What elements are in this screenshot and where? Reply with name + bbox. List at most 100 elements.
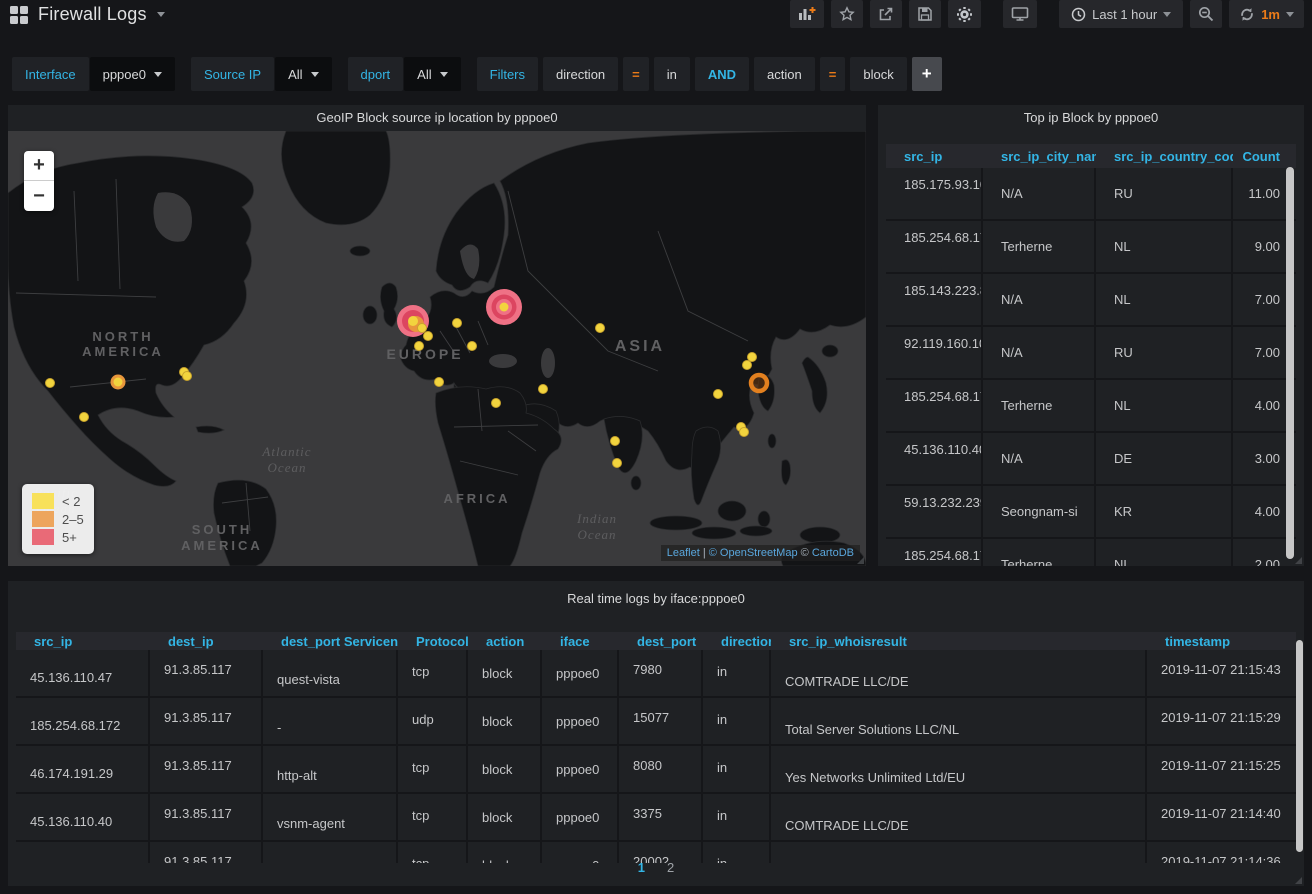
marker-dot[interactable] bbox=[539, 385, 548, 394]
top-col-header[interactable]: src_ip bbox=[886, 149, 983, 164]
attribution-separator: © bbox=[798, 547, 812, 559]
marker-dot[interactable] bbox=[743, 361, 752, 370]
logs-col-header[interactable]: dest_port bbox=[619, 634, 703, 649]
attribution-link[interactable]: © OpenStreetMap bbox=[709, 547, 798, 559]
legend-swatch bbox=[32, 529, 54, 545]
table-cell: 45.136.110.40 bbox=[16, 794, 150, 840]
time-range-picker[interactable]: Last 1 hour bbox=[1059, 0, 1183, 28]
marker-dot[interactable] bbox=[596, 324, 605, 333]
logs-col-header[interactable]: timestamp bbox=[1147, 634, 1290, 649]
marker-dot[interactable] bbox=[611, 437, 620, 446]
filter-value-2[interactable]: block bbox=[850, 57, 906, 91]
panel-resize-handle[interactable] bbox=[857, 557, 864, 564]
filter-operator-1[interactable]: = bbox=[623, 57, 649, 91]
marker-dot[interactable] bbox=[46, 379, 55, 388]
share-button[interactable] bbox=[870, 0, 902, 28]
marker-dot[interactable] bbox=[453, 319, 462, 328]
marker-dot[interactable] bbox=[408, 316, 418, 326]
refresh-icon bbox=[1239, 7, 1255, 22]
marker-dot[interactable] bbox=[740, 428, 749, 437]
top-col-header[interactable]: src_ip_city_name bbox=[983, 149, 1096, 164]
logs-col-header[interactable]: Protocol bbox=[398, 634, 468, 649]
top-col-header[interactable]: src_ip_country_code bbox=[1096, 149, 1233, 164]
panel-resize-handle[interactable] bbox=[1295, 877, 1302, 884]
marker-dot[interactable] bbox=[415, 342, 424, 351]
map-zoom-out-button[interactable]: − bbox=[24, 181, 54, 211]
marker-dot[interactable] bbox=[183, 372, 192, 381]
top-navbar: Firewall Logs bbox=[0, 0, 1312, 30]
add-panel-button[interactable] bbox=[790, 0, 824, 28]
map-zoom-in-button[interactable]: + bbox=[24, 151, 54, 181]
page-2[interactable]: 2 bbox=[667, 860, 674, 875]
logs-col-header[interactable]: action bbox=[468, 634, 542, 649]
filter-operator-2[interactable]: = bbox=[820, 57, 846, 91]
refresh-picker[interactable]: 1m bbox=[1229, 0, 1304, 28]
table-cell: N/A bbox=[983, 433, 1096, 484]
world-map[interactable]: NORTHAMERICAEUROPEASIAAFRICASOUTHAMERICA… bbox=[8, 131, 866, 566]
dashboard-caret-icon[interactable] bbox=[157, 12, 165, 17]
dport-value-dropdown[interactable]: All bbox=[404, 57, 460, 91]
scrollbar-thumb[interactable] bbox=[1286, 167, 1294, 559]
filter-field-2[interactable]: action bbox=[754, 57, 815, 91]
top-col-header[interactable]: Count bbox=[1233, 149, 1296, 164]
marker-dot[interactable] bbox=[492, 399, 501, 408]
logs-panel-title[interactable]: Real time logs by iface:pppoe0 bbox=[8, 586, 1304, 612]
table-cell: tcp bbox=[398, 650, 468, 696]
legend-item: 5+ bbox=[32, 528, 84, 546]
source-ip-variable[interactable]: Source IP All bbox=[191, 57, 332, 91]
interface-value-dropdown[interactable]: pppoe0 bbox=[90, 57, 175, 91]
logs-col-header[interactable]: iface bbox=[542, 634, 619, 649]
logs-col-header[interactable]: src_ip bbox=[16, 634, 150, 649]
interface-variable[interactable]: Interface pppoe0 bbox=[12, 57, 175, 91]
logs-col-header[interactable]: src_ip_whoisresult bbox=[771, 634, 1147, 649]
marker-dot[interactable] bbox=[468, 342, 477, 351]
time-range-label: Last 1 hour bbox=[1092, 7, 1157, 22]
filter-field-1[interactable]: direction bbox=[543, 57, 618, 91]
legend-swatch bbox=[32, 511, 54, 527]
star-button[interactable] bbox=[831, 0, 863, 28]
settings-button[interactable] bbox=[948, 0, 981, 28]
scrollbar-thumb[interactable] bbox=[1296, 640, 1303, 852]
time-range-caret-icon bbox=[1163, 12, 1171, 17]
page-1[interactable]: 1 bbox=[638, 860, 645, 875]
table-cell: Terherne bbox=[983, 221, 1096, 272]
table-cell: NL bbox=[1096, 380, 1233, 431]
marker-ring[interactable] bbox=[751, 375, 767, 391]
logs-col-header[interactable]: dest_port Servicename bbox=[263, 634, 398, 649]
dport-variable[interactable]: dport All bbox=[348, 57, 461, 91]
add-filter-button[interactable]: + bbox=[912, 57, 942, 91]
table-row: 185.254.68.17291.3.85.117-udpblockpppoe0… bbox=[16, 698, 1296, 746]
marker-dot[interactable] bbox=[500, 303, 509, 312]
table-cell: quest-vista bbox=[263, 650, 398, 696]
panel-resize-handle[interactable] bbox=[1295, 557, 1302, 564]
zoom-out-time-button[interactable] bbox=[1190, 0, 1222, 28]
table-row: 92.119.160.106N/ARU7.00 bbox=[886, 327, 1296, 380]
logs-col-header[interactable]: dest_ip bbox=[150, 634, 263, 649]
marker-dot[interactable] bbox=[424, 332, 433, 341]
filters-label: Filters bbox=[477, 57, 538, 91]
marker-dot[interactable] bbox=[435, 378, 444, 387]
attribution-link[interactable]: CartoDB bbox=[812, 547, 854, 559]
tv-mode-button[interactable] bbox=[1003, 0, 1037, 28]
marker-dot[interactable] bbox=[714, 390, 723, 399]
marker-dot[interactable] bbox=[114, 378, 123, 387]
filter-value-1[interactable]: in bbox=[654, 57, 690, 91]
marker-dot[interactable] bbox=[613, 459, 622, 468]
dashboard-title[interactable]: Firewall Logs bbox=[38, 4, 147, 25]
grafana-logo-icon[interactable] bbox=[10, 6, 28, 24]
marker-dot[interactable] bbox=[80, 413, 89, 422]
save-button[interactable] bbox=[909, 0, 941, 28]
table-cell: vsnm-agent bbox=[263, 794, 398, 840]
table-cell: N/A bbox=[983, 327, 1096, 378]
legend-label: < 2 bbox=[62, 494, 80, 509]
attribution-link[interactable]: Leaflet bbox=[667, 547, 700, 559]
marker-dot[interactable] bbox=[748, 353, 757, 362]
logs-col-header[interactable]: direction bbox=[703, 634, 771, 649]
source-ip-value-dropdown[interactable]: All bbox=[275, 57, 331, 91]
top-table-panel-title[interactable]: Top ip Block by pppoe0 bbox=[878, 105, 1304, 131]
map-legend: < 22–55+ bbox=[22, 484, 94, 554]
map-panel-title[interactable]: GeoIP Block source ip location by pppoe0 bbox=[8, 105, 866, 131]
table-row: 45.136.110.4791.3.85.117quest-vistatcpbl… bbox=[16, 650, 1296, 698]
marker-dot[interactable] bbox=[418, 324, 427, 333]
realtime-logs-panel: Real time logs by iface:pppoe0 src_ipdes… bbox=[8, 581, 1304, 886]
